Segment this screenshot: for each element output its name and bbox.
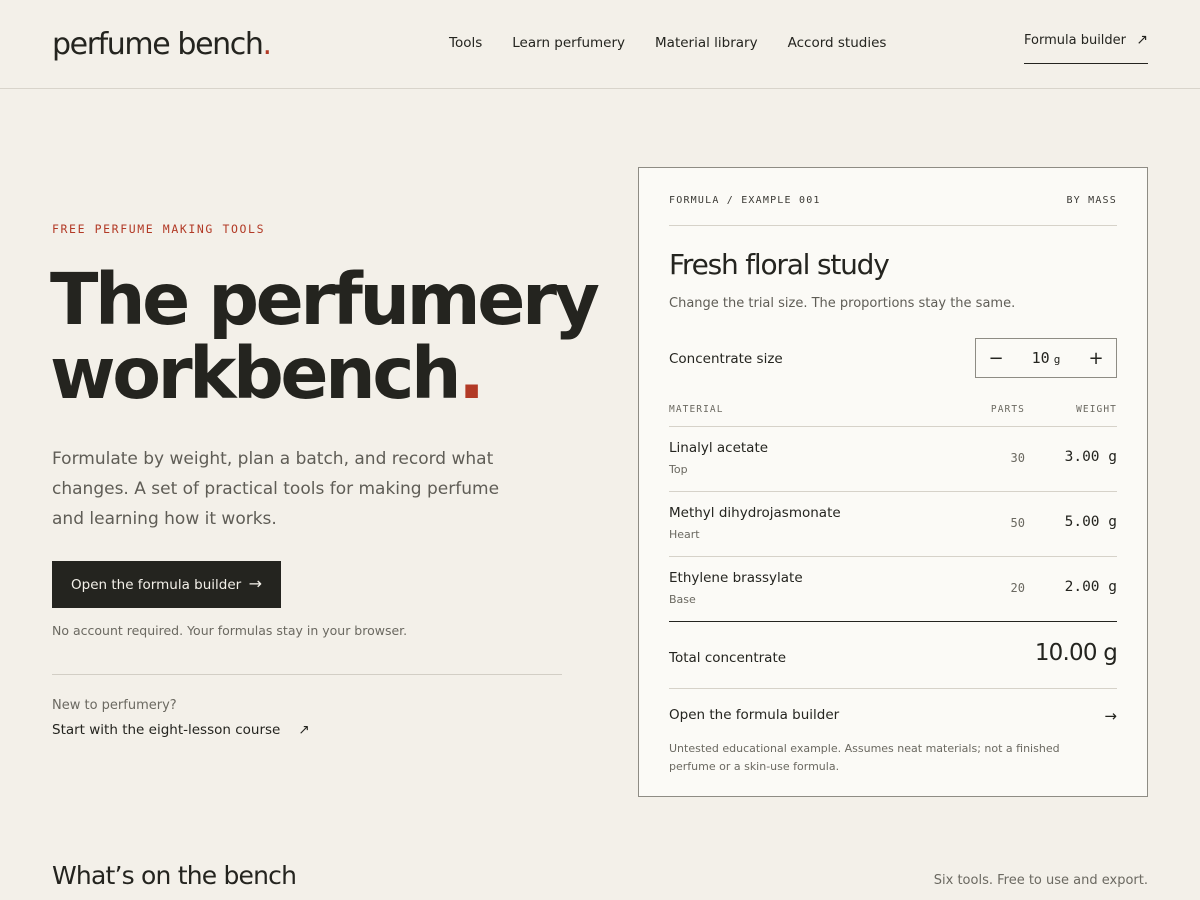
material-name: Ethylene brassylate	[669, 570, 803, 586]
formula-builder-link[interactable]: Formula builder ↗	[1024, 32, 1148, 64]
material-note: Top	[669, 463, 688, 476]
nav-accord-studies[interactable]: Accord studies	[788, 35, 887, 51]
formula-disclaimer: Untested educational example. Assumes ne…	[669, 742, 1060, 773]
formula-label: FORMULA / EXAMPLE 001	[669, 195, 821, 206]
material-weight: 2.00 g	[1064, 579, 1117, 595]
material-parts: 20	[1010, 581, 1025, 595]
total-concentrate-label: Total concentrate	[669, 650, 787, 666]
table-row: Linalyl acetate Top 30 3.00 g	[669, 427, 1117, 492]
table-row: Methyl dihydrojasmonate Heart 50 5.00 g	[669, 492, 1117, 557]
arrow-up-right-icon: ↗	[298, 722, 310, 738]
material-note: Base	[669, 593, 696, 606]
course-link[interactable]: Start with the eight-lesson course ↗	[52, 722, 310, 738]
nav-material-library[interactable]: Material library	[655, 35, 758, 51]
column-material: MATERIAL	[669, 404, 724, 415]
logo[interactable]: perfume bench.	[52, 27, 272, 62]
hero-description: Formulate by weight, plan a batch, and r…	[52, 449, 500, 529]
arrow-up-right-icon: ↗	[1136, 32, 1148, 48]
material-parts: 30	[1010, 451, 1025, 465]
arrow-right-icon: →	[1104, 707, 1117, 725]
hero-title-dot: .	[458, 332, 485, 415]
formula-card: FORMULA / EXAMPLE 001 BY MASS Fresh flor…	[638, 167, 1148, 797]
main-nav: Tools Learn perfumery Material library A…	[449, 35, 916, 51]
hero-title: The perfumery workbench.	[50, 263, 610, 411]
card-open-label: Open the formula builder	[669, 707, 840, 723]
concentrate-value-field[interactable]: 10 g	[1016, 349, 1076, 367]
divider	[669, 225, 1117, 226]
divider	[669, 688, 1117, 689]
bench-section-subtitle: Six tools. Free to use and export.	[933, 873, 1148, 888]
hero-eyebrow: FREE PERFUME MAKING TOOLS	[52, 222, 266, 236]
concentrate-size-label: Concentrate size	[669, 351, 783, 367]
concentrate-stepper: − 10 g +	[975, 338, 1117, 378]
formula-title: Fresh floral study	[669, 248, 890, 281]
material-weight: 3.00 g	[1064, 449, 1117, 465]
material-note: Heart	[669, 528, 700, 541]
concentrate-unit: g	[1053, 353, 1061, 366]
open-formula-builder-button[interactable]: Open the formula builder →	[52, 561, 281, 608]
table-header: MATERIAL PARTS WEIGHT	[669, 404, 1117, 427]
nav-learn-perfumery[interactable]: Learn perfumery	[512, 35, 625, 51]
column-weight: WEIGHT	[1076, 404, 1117, 415]
material-weight: 5.00 g	[1064, 514, 1117, 530]
course-link-label: Start with the eight-lesson course	[52, 722, 281, 738]
plus-icon[interactable]: +	[1076, 348, 1116, 369]
formula-mode: BY MASS	[1066, 195, 1117, 206]
formula-subtitle: Change the trial size. The proportions s…	[669, 296, 1016, 311]
material-parts: 50	[1010, 516, 1025, 530]
nav-tools[interactable]: Tools	[449, 35, 482, 51]
material-name: Methyl dihydrojasmonate	[669, 505, 841, 521]
card-open-formula-builder-link[interactable]: Open the formula builder →	[669, 707, 1117, 725]
table-row: Ethylene brassylate Base 20 2.00 g	[669, 557, 1117, 622]
site-header: perfume bench. Tools Learn perfumery Mat…	[0, 0, 1200, 89]
formula-builder-label: Formula builder	[1024, 33, 1127, 48]
hero-title-line2: workbench	[50, 332, 462, 415]
minus-icon[interactable]: −	[976, 348, 1016, 369]
total-concentrate-value: 10.00 g	[1034, 640, 1118, 666]
bench-section-title: What’s on the bench	[52, 861, 297, 890]
material-name: Linalyl acetate	[669, 440, 769, 456]
column-parts: PARTS	[990, 404, 1025, 415]
new-to-perfumery-label: New to perfumery?	[52, 698, 177, 713]
privacy-note: No account required. Your formulas stay …	[52, 623, 408, 638]
hero-title-line1: The perfumery	[50, 258, 600, 341]
arrow-right-icon: →	[248, 574, 262, 593]
cta-label: Open the formula builder	[71, 576, 242, 593]
divider	[52, 674, 562, 675]
card-header: FORMULA / EXAMPLE 001 BY MASS	[669, 195, 1117, 206]
logo-text: perfume bench	[52, 27, 264, 62]
concentrate-value: 10	[1031, 349, 1050, 367]
logo-dot: .	[262, 27, 272, 62]
